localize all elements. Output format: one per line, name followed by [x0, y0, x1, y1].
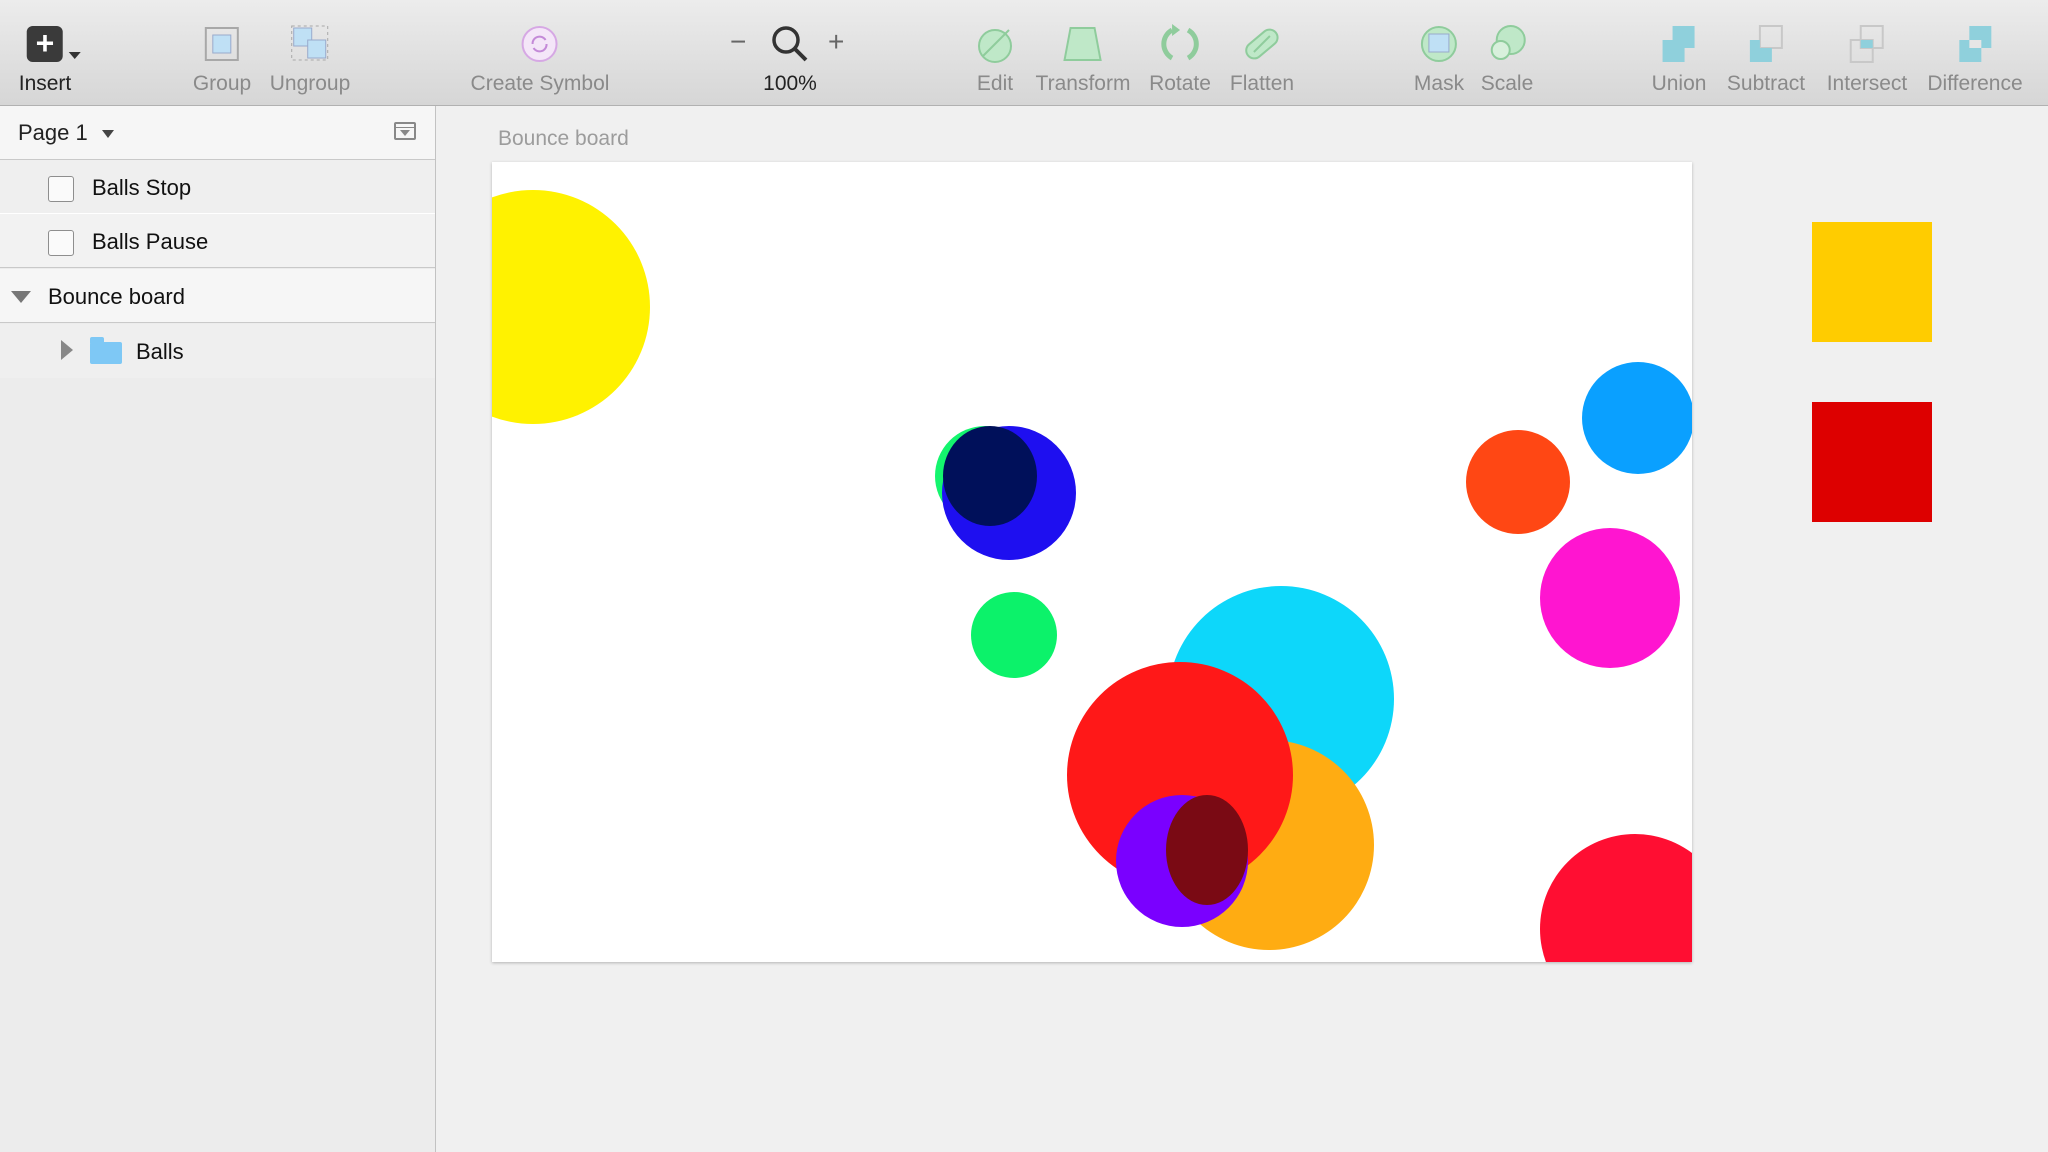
page-selector[interactable]: Page 1 — [0, 106, 435, 160]
layer-row-bounce-board[interactable]: Bounce board — [0, 269, 435, 323]
checkbox-icon[interactable] — [48, 176, 74, 202]
ball[interactable] — [1540, 834, 1692, 962]
folder-icon — [90, 337, 122, 364]
rotate-button[interactable]: Rotate — [1149, 22, 1211, 96]
layer-row-balls-stop[interactable]: Balls Stop — [0, 160, 435, 214]
difference-button[interactable]: Difference — [1927, 22, 2023, 96]
layer-row-balls-pause[interactable]: Balls Pause — [0, 214, 435, 268]
flatten-button[interactable]: Flatten — [1230, 22, 1294, 96]
edit-label: Edit — [976, 72, 1014, 95]
artboard-bounce-board[interactable] — [492, 162, 1692, 962]
ungroup-icon — [288, 22, 332, 66]
transform-button[interactable]: Transform — [1035, 22, 1131, 96]
group-icon — [200, 22, 244, 66]
difference-label: Difference — [1927, 72, 2023, 95]
disclosure-triangle-icon[interactable] — [61, 340, 73, 360]
ungroup-button[interactable]: Ungroup — [269, 22, 351, 96]
group-button[interactable]: Group — [193, 22, 251, 96]
union-icon — [1657, 22, 1701, 66]
page-name: Page 1 — [18, 120, 88, 145]
layer-label: Bounce board — [48, 284, 185, 309]
chevron-down-icon — [102, 130, 114, 138]
difference-icon — [1953, 22, 1997, 66]
mask-button[interactable]: Mask — [1414, 22, 1464, 96]
subtract-button[interactable]: Subtract — [1727, 22, 1805, 96]
insert-icon: + — [23, 22, 81, 66]
search-icon — [772, 26, 808, 62]
intersect-icon — [1845, 22, 1889, 66]
zoom-out-button[interactable]: − — [730, 26, 746, 58]
scale-label: Scale — [1480, 72, 1534, 95]
symbol-icon — [518, 22, 562, 66]
red-square[interactable] — [1812, 402, 1932, 522]
union-button[interactable]: Union — [1651, 22, 1707, 96]
ball[interactable] — [1166, 795, 1248, 905]
intersect-button[interactable]: Intersect — [1826, 22, 1908, 96]
edit-icon — [973, 22, 1017, 66]
zoom-in-button[interactable]: + — [828, 26, 844, 58]
scale-button[interactable]: Scale — [1480, 22, 1534, 96]
layer-label: Balls Pause — [92, 229, 209, 254]
transform-icon — [1061, 22, 1105, 66]
group-label: Group — [192, 72, 252, 95]
ball[interactable] — [943, 426, 1037, 526]
rotate-label: Rotate — [1149, 72, 1211, 95]
subtract-label: Subtract — [1726, 72, 1806, 95]
subtract-icon — [1744, 22, 1788, 66]
yellow-square[interactable] — [1812, 222, 1932, 342]
collapse-pages-icon[interactable] — [394, 122, 416, 140]
zoom-level: 100% — [763, 72, 817, 95]
ball[interactable] — [1540, 528, 1680, 668]
ball[interactable] — [1582, 362, 1692, 474]
layer-label: Balls — [136, 339, 184, 364]
union-label: Union — [1651, 72, 1707, 95]
edit-button[interactable]: Edit — [973, 22, 1017, 96]
insert-label: Insert — [18, 72, 72, 95]
scale-icon — [1485, 22, 1529, 66]
transform-label: Transform — [1035, 72, 1131, 95]
ungroup-label: Ungroup — [269, 72, 351, 95]
rotate-icon — [1158, 22, 1202, 66]
layers-sidebar: Page 1 Balls Stop Balls Pause Bounce boa… — [0, 106, 436, 1152]
create-symbol-button[interactable]: Create Symbol — [470, 22, 610, 96]
checkbox-icon[interactable] — [48, 230, 74, 256]
flatten-icon — [1240, 22, 1284, 66]
mask-label: Mask — [1413, 72, 1465, 95]
insert-button[interactable]: + Insert — [18, 22, 81, 96]
toolbar: + Insert Group Ungroup Create Symbol − +… — [0, 0, 2048, 106]
ball[interactable] — [492, 190, 650, 424]
disclosure-triangle-icon[interactable] — [11, 291, 31, 303]
mask-icon — [1417, 22, 1461, 66]
layer-label: Balls Stop — [92, 175, 192, 200]
ball[interactable] — [1466, 430, 1570, 534]
flatten-label: Flatten — [1229, 72, 1295, 95]
layer-row-balls[interactable]: Balls — [0, 324, 435, 378]
zoom-control[interactable]: − + 100% — [730, 22, 850, 96]
artboard-title[interactable]: Bounce board — [498, 127, 629, 151]
create-symbol-label: Create Symbol — [470, 72, 610, 95]
intersect-label: Intersect — [1826, 72, 1908, 95]
ball[interactable] — [971, 592, 1057, 678]
